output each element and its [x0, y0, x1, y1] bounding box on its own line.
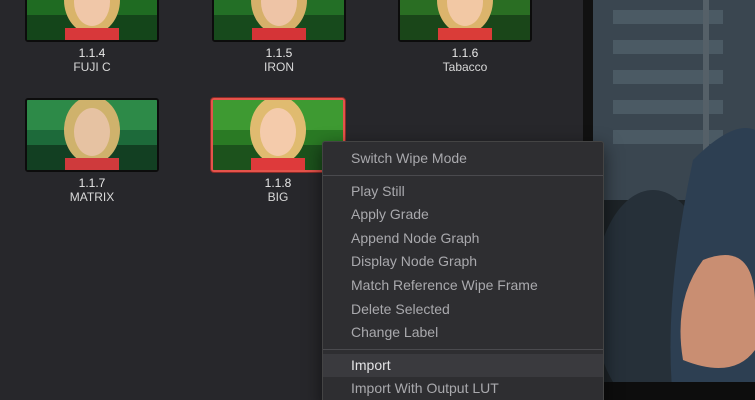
still-id: 1.1.4 — [78, 46, 106, 60]
still-label: Tabacco — [442, 60, 488, 74]
still-1-1-7[interactable]: 1.1.7 MATRIX — [25, 98, 159, 204]
menu-item-switch-wipe-mode[interactable]: Switch Wipe Mode — [323, 147, 603, 171]
menu-item-import-with-output-lut[interactable]: Import With Output LUT — [323, 377, 603, 400]
context-menu: Switch Wipe Mode Play Still Apply Grade … — [322, 141, 604, 400]
menu-item-import[interactable]: Import — [323, 353, 603, 378]
thumbnail-image — [27, 0, 157, 40]
still-thumbnail[interactable] — [25, 0, 159, 42]
still-id: 1.1.7 — [78, 176, 106, 190]
menu-item-play-still[interactable]: Play Still — [323, 180, 603, 204]
viewer-frame — [583, 0, 755, 400]
menu-item-append-node-graph[interactable]: Append Node Graph — [323, 227, 603, 251]
still-thumbnail[interactable] — [398, 0, 532, 42]
thumbnail-image — [400, 0, 530, 40]
still-label: FUJI C — [73, 60, 111, 74]
still-id: 1.1.6 — [451, 46, 479, 60]
menu-separator — [323, 174, 603, 176]
menu-item-apply-grade[interactable]: Apply Grade — [323, 203, 603, 227]
viewer-image — [583, 0, 755, 400]
menu-item-match-reference-wipe-frame[interactable]: Match Reference Wipe Frame — [323, 274, 603, 298]
still-1-1-5[interactable]: 1.1.5 IRON — [212, 0, 346, 74]
still-id: 1.1.5 — [265, 46, 293, 60]
menu-separator — [323, 348, 603, 350]
menu-item-change-label[interactable]: Change Label — [323, 321, 603, 345]
still-1-1-4[interactable]: 1.1.4 FUJI C — [25, 0, 159, 74]
color-page: 1.1.4 FUJI C 1.1.5 IRON 1.1.6 Tabacco 1.… — [0, 0, 755, 400]
still-1-1-6[interactable]: 1.1.6 Tabacco — [398, 0, 532, 74]
still-thumbnail[interactable] — [25, 98, 159, 172]
still-label: IRON — [264, 60, 294, 74]
menu-item-delete-selected[interactable]: Delete Selected — [323, 298, 603, 322]
thumbnail-image — [214, 0, 344, 40]
thumbnail-image — [27, 100, 157, 170]
still-thumbnail[interactable] — [212, 0, 346, 42]
still-label: MATRIX — [69, 190, 115, 204]
menu-item-display-node-graph[interactable]: Display Node Graph — [323, 250, 603, 274]
